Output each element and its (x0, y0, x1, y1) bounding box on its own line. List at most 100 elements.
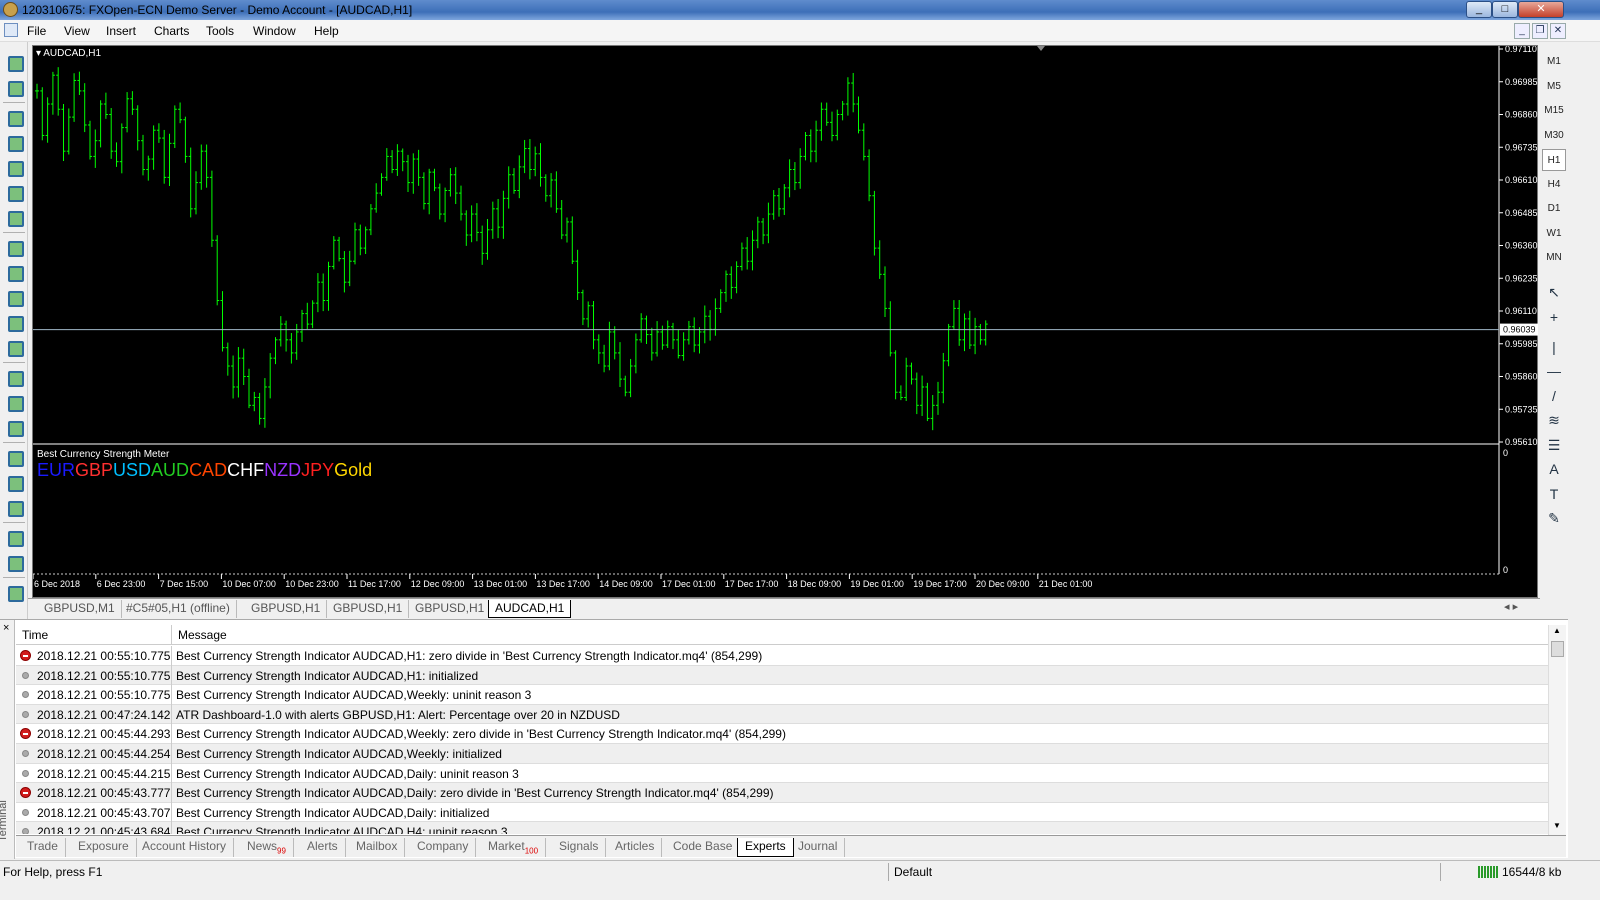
market-icon[interactable] (4, 337, 24, 357)
table-row[interactable]: 2018.12.21 00:45:44.254 Best Currency Str… (16, 744, 1548, 764)
vertical-line-icon[interactable]: | (1544, 337, 1564, 357)
chart-window[interactable]: 0.97110 0.96985 0.96860 0.96735 0.96610 0.964… (32, 45, 1538, 598)
mdi-close-button[interactable]: ✕ (1550, 23, 1566, 39)
row-time: 2018.12.21 00:55:10.775 (37, 688, 171, 703)
tab-company[interactable]: Company (410, 838, 477, 857)
trendline-icon[interactable]: / (1544, 386, 1564, 406)
zoom-in-icon[interactable] (4, 447, 24, 467)
fibonacci-icon[interactable]: ☰ (1544, 435, 1564, 455)
table-row[interactable]: 2018.12.21 00:45:43.707 Best Currency Str… (16, 802, 1548, 823)
menu-help[interactable]: Help (314, 24, 339, 38)
equidistant-channel-icon[interactable]: ≋ (1544, 410, 1564, 430)
menu-insert[interactable]: Insert (106, 24, 136, 38)
mdi-minimize-button[interactable]: _ (1514, 23, 1530, 39)
chart-tab[interactable]: #C5#05,H1 (offline) (120, 600, 237, 618)
chart-tab[interactable]: GBPUSD,H1 (245, 600, 328, 618)
tab-mailbox[interactable]: Mailbox (349, 838, 406, 857)
expert-advisors-icon[interactable] (4, 287, 24, 307)
timeframe-m30[interactable]: M30 (1542, 125, 1566, 147)
column-divider[interactable] (171, 625, 172, 645)
table-row[interactable]: 2018.12.21 00:45:44.215 Best Currency Str… (16, 763, 1548, 784)
timeframe-d1[interactable]: D1 (1542, 198, 1566, 220)
table-row[interactable]: 2018.12.21 00:55:10.775 Best Currency Str… (16, 646, 1548, 666)
meta-editor-icon[interactable] (4, 262, 24, 282)
table-row[interactable]: 2018.12.21 00:55:10.775 Best Currency Str… (16, 665, 1548, 686)
timeframe-w1[interactable]: W1 (1542, 223, 1566, 245)
menu-charts[interactable]: Charts (154, 24, 189, 38)
chart-tab[interactable]: GBPUSD,H1 (327, 600, 410, 618)
table-row[interactable]: 2018.12.21 00:55:10.775 Best Currency Str… (16, 685, 1548, 706)
market-watch-icon[interactable] (4, 107, 24, 127)
tab-news[interactable]: News99 (240, 838, 294, 857)
zoom-out-icon[interactable] (4, 472, 24, 492)
price-chart-canvas[interactable]: 0.97110 0.96985 0.96860 0.96735 0.96610 0.964… (33, 46, 1539, 599)
table-row[interactable]: 2018.12.21 00:45:43.684 Best Currency Str… (16, 822, 1548, 834)
time-label: 20 Dec 09:00 (976, 579, 1030, 589)
column-header-message[interactable]: Message (178, 628, 227, 642)
mdi-restore-button[interactable]: ❐ (1532, 23, 1548, 39)
ohlc-bar (374, 183, 379, 213)
tab-code-base[interactable]: Code Base (666, 838, 741, 857)
tab-exposure[interactable]: Exposure (71, 838, 137, 857)
tab-alerts[interactable]: Alerts (300, 838, 346, 857)
column-header-time[interactable]: Time (22, 628, 48, 642)
close-button[interactable]: ✕ (1518, 1, 1564, 18)
timeframe-m1[interactable]: M1 (1542, 51, 1566, 73)
auto-scroll-icon[interactable] (4, 527, 24, 547)
line-chart-icon[interactable] (4, 417, 24, 437)
horizontal-line-icon[interactable]: — (1544, 361, 1564, 381)
tab-scroll-arrows[interactable]: ◂ ▸ (1504, 600, 1518, 613)
timeframe-h4[interactable]: H4 (1542, 174, 1566, 196)
chart-shift-icon[interactable] (4, 552, 24, 572)
indicators-icon[interactable] (4, 582, 24, 602)
tab-signals[interactable]: Signals (552, 838, 607, 857)
tab-trade[interactable]: Trade (20, 838, 66, 857)
scroll-down-icon[interactable]: ▼ (1553, 821, 1561, 830)
menu-view[interactable]: View (64, 24, 90, 38)
text-label-icon[interactable]: T (1544, 484, 1564, 504)
text-icon[interactable]: A (1544, 459, 1564, 479)
candlestick-icon[interactable] (4, 392, 24, 412)
crosshair-tool-icon[interactable]: + (1544, 307, 1564, 327)
new-chart-icon[interactable] (4, 52, 24, 72)
arrows-icon[interactable]: ✎ (1544, 508, 1564, 528)
timeframe-toolbar: M1 M5 M15 M30 H1 H4 D1 W1 MN ↖ + | — / ≋… (1540, 45, 1568, 600)
table-row[interactable]: 2018.12.21 00:45:43.777 Best Currency Str… (16, 783, 1548, 804)
status-profile[interactable]: Default (894, 865, 932, 879)
log-scrollbar[interactable]: ▲ ▼ (1548, 625, 1566, 835)
scroll-thumb[interactable] (1551, 641, 1564, 657)
timeframe-m15[interactable]: M15 (1542, 100, 1566, 122)
cursor-icon[interactable]: ↖ (1544, 282, 1564, 302)
chart-tab[interactable]: GBPUSD,H1 (409, 600, 492, 618)
chart-tab-active[interactable]: AUDCAD,H1 (488, 600, 572, 618)
tab-market[interactable]: Market100 (481, 838, 547, 857)
ohlc-bar (61, 104, 66, 161)
menu-window[interactable]: Window (253, 24, 296, 38)
navigator-icon[interactable] (4, 157, 24, 177)
profiles-icon[interactable] (4, 77, 24, 97)
scroll-up-icon[interactable]: ▲ (1553, 626, 1561, 635)
bar-chart-icon[interactable] (4, 367, 24, 387)
maximize-button[interactable]: □ (1492, 1, 1518, 18)
table-row[interactable]: 2018.12.21 00:45:44.293 Best Currency Str… (16, 724, 1548, 745)
ohlc-bar (247, 368, 251, 409)
table-row[interactable]: 2018.12.21 00:47:24.142 ATR Dashboard-1.0… (16, 704, 1548, 725)
tab-account-history[interactable]: Account History (135, 838, 235, 857)
menu-tools[interactable]: Tools (206, 24, 234, 38)
tab-journal[interactable]: Journal (791, 838, 846, 857)
signals-icon[interactable] (4, 312, 24, 332)
menu-file[interactable]: File (27, 24, 46, 38)
tab-articles[interactable]: Articles (608, 838, 663, 857)
terminal-close-icon[interactable]: × (3, 622, 9, 634)
timeframe-mn[interactable]: MN (1542, 247, 1566, 269)
tab-experts[interactable]: Experts (737, 838, 794, 857)
timeframe-m5[interactable]: M5 (1542, 76, 1566, 98)
timeframe-h1[interactable]: H1 (1542, 149, 1566, 171)
tester-icon[interactable] (4, 207, 24, 227)
tile-windows-icon[interactable] (4, 497, 24, 517)
terminal-icon[interactable] (4, 182, 24, 202)
minimize-button[interactable]: _ (1466, 1, 1492, 18)
crosshair-icon[interactable] (4, 132, 24, 152)
chart-tab[interactable]: GBPUSD,M1 (38, 600, 122, 618)
new-order-icon[interactable] (4, 237, 24, 257)
